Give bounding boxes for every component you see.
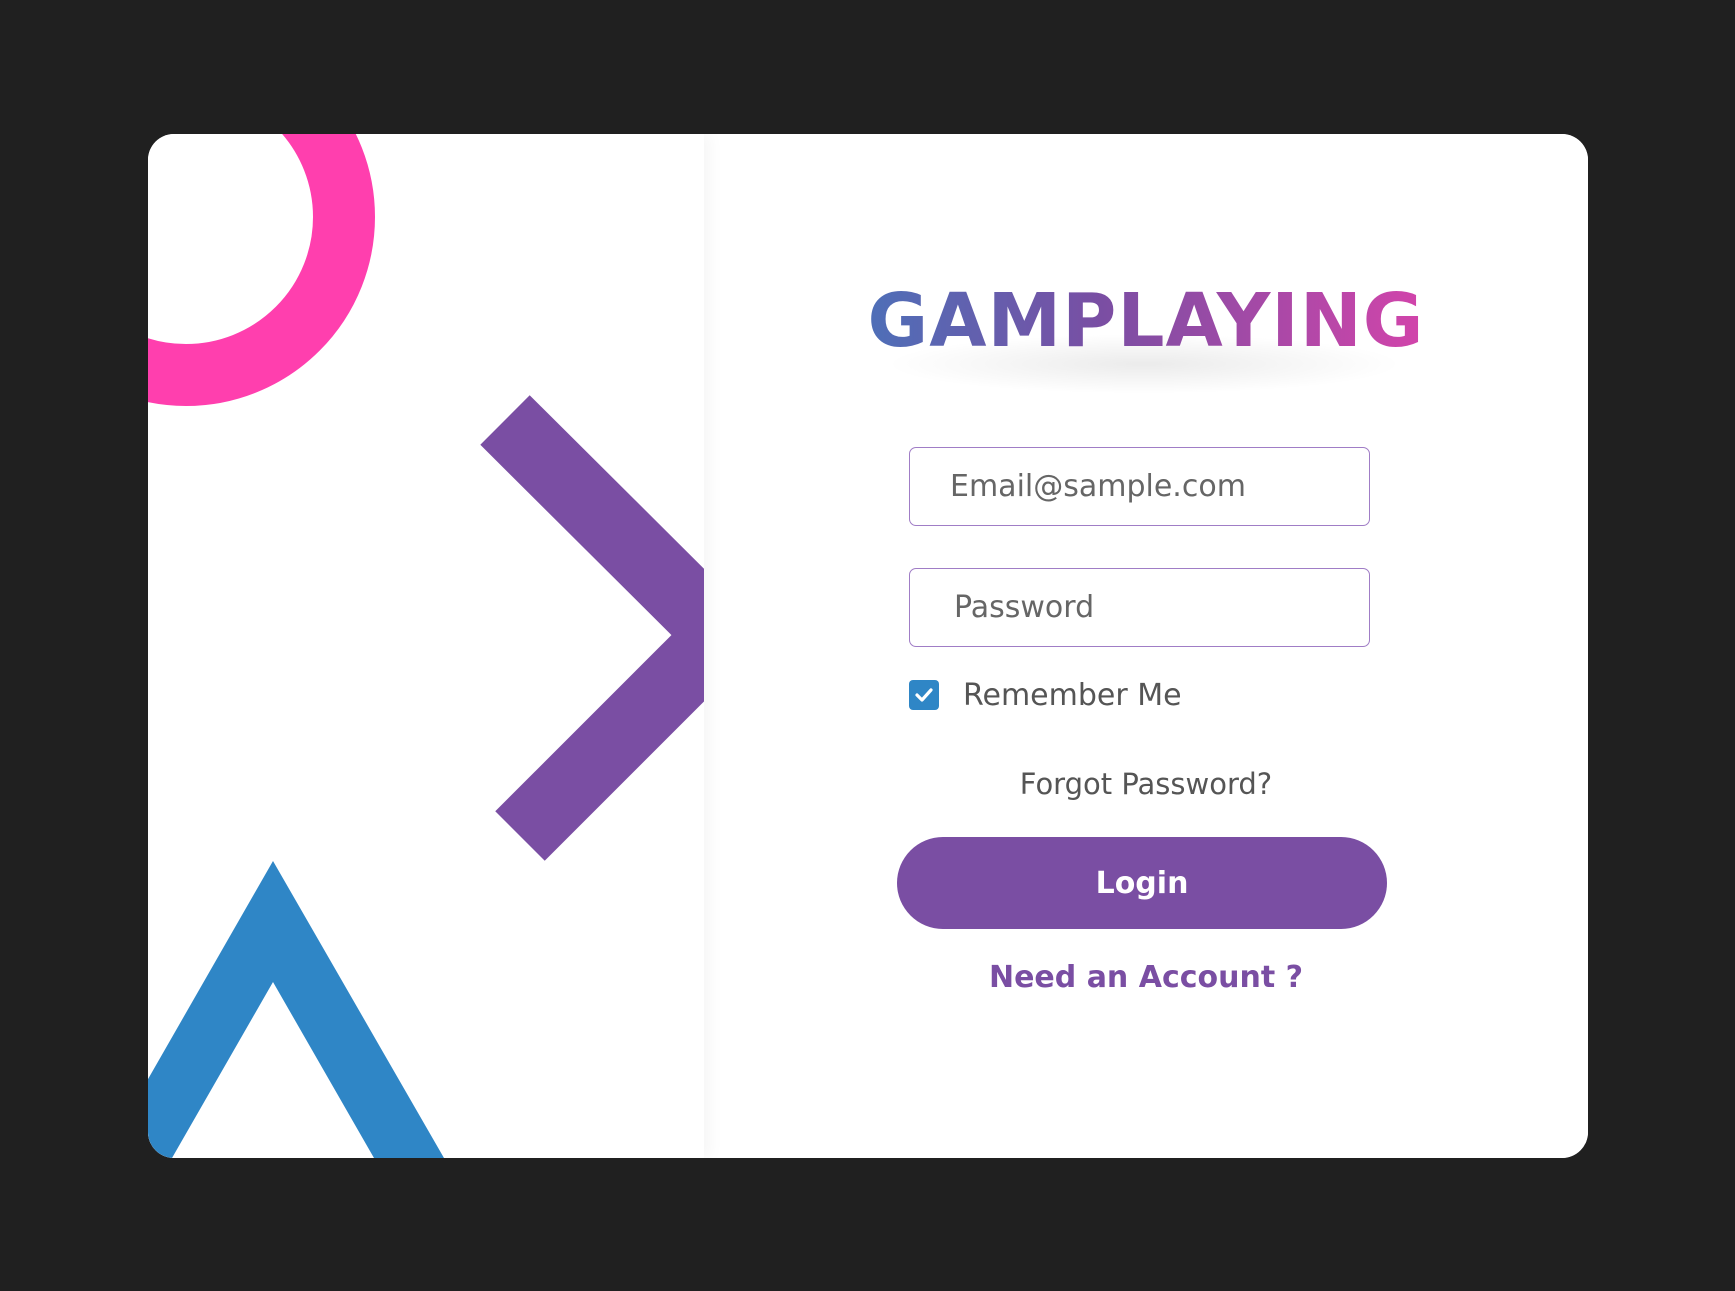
password-input[interactable]	[909, 568, 1370, 647]
decorative-shapes	[148, 134, 704, 1158]
forgot-password-link[interactable]: Forgot Password?	[704, 767, 1588, 801]
page-background: { "brand": { "name": "GAMPLAYING" }, "lo…	[0, 0, 1735, 1291]
remember-me-label: Remember Me	[963, 677, 1182, 713]
chevron-right-shape-icon	[480, 395, 704, 861]
circle-shape-icon	[148, 134, 375, 406]
email-input[interactable]	[909, 447, 1370, 526]
remember-me-row[interactable]: Remember Me	[909, 677, 1182, 713]
login-panel: GAMPLAYING Remember Me Forgot Password? …	[704, 134, 1588, 1158]
remember-me-checkbox[interactable]	[909, 680, 939, 710]
triangle-shape-icon	[148, 861, 444, 1158]
checkmark-icon	[915, 688, 933, 702]
login-button[interactable]: Login	[897, 837, 1387, 929]
brand-logo: GAMPLAYING	[704, 284, 1588, 358]
need-account-link[interactable]: Need an Account ?	[704, 960, 1588, 995]
login-card: GAMPLAYING Remember Me Forgot Password? …	[148, 134, 1588, 1158]
decorative-panel	[148, 134, 704, 1158]
